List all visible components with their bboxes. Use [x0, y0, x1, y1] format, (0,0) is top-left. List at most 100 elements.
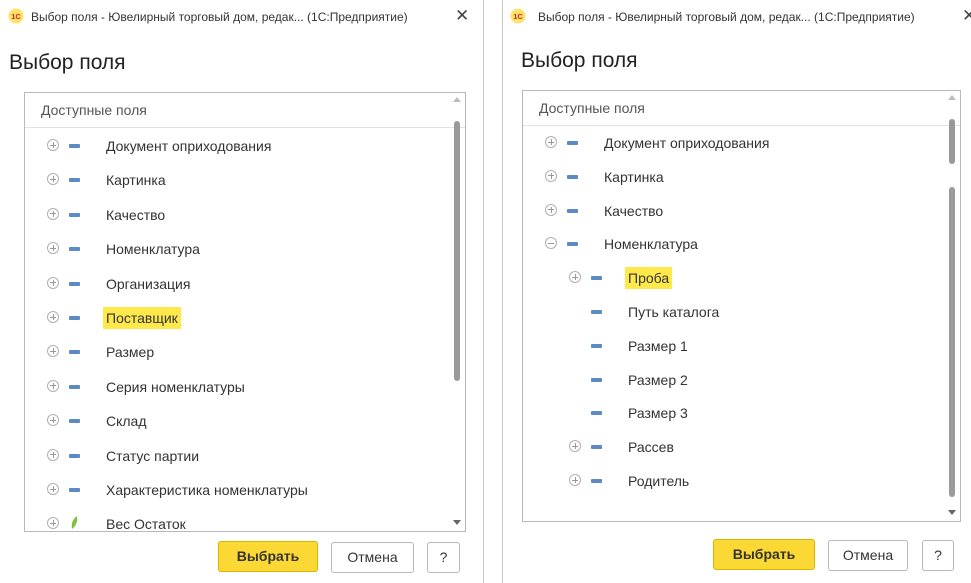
- expand-plus-icon[interactable]: [47, 311, 59, 323]
- tree-item-label[interactable]: Размер 3: [628, 405, 688, 421]
- expand-plus-icon[interactable]: [47, 276, 59, 289]
- tree-row[interactable]: Номенклатура: [25, 233, 449, 267]
- tree-row[interactable]: Размер 2: [523, 364, 944, 398]
- field-dash-icon: [567, 208, 578, 213]
- scroll-down-icon[interactable]: [453, 520, 461, 525]
- tree-row[interactable]: Номенклатура: [523, 228, 944, 262]
- help-button[interactable]: ?: [922, 540, 954, 571]
- field-selection-window-1: 1С Выбор поля - Ювелирный торговый дом, …: [0, 0, 484, 583]
- tree-row[interactable]: Документ оприходования: [523, 127, 944, 161]
- tree-item-label[interactable]: Характеристика номенклатуры: [106, 482, 308, 498]
- tree-item-label[interactable]: Размер: [106, 344, 154, 360]
- expand-plus-icon[interactable]: [569, 474, 581, 486]
- form-title: Выбор поля: [9, 51, 126, 74]
- tree-row[interactable]: Картинка: [523, 161, 944, 195]
- expand-plus-icon[interactable]: [545, 169, 557, 182]
- tree-row[interactable]: Качество: [523, 195, 944, 229]
- tree-row[interactable]: Поставщик: [25, 302, 449, 336]
- title-bar[interactable]: 1С Выбор поля - Ювелирный торговый дом, …: [502, 0, 971, 34]
- tree-item-label[interactable]: Вес Остаток: [106, 516, 186, 531]
- tree-item-label[interactable]: Проба: [625, 267, 673, 290]
- help-button[interactable]: ?: [427, 542, 460, 573]
- tree-item-label[interactable]: Родитель: [628, 473, 689, 489]
- tree-header-label: Доступные поля: [539, 100, 645, 116]
- tree-item-label[interactable]: Картинка: [106, 172, 166, 188]
- window-gap: [484, 0, 502, 583]
- field-dash-icon: [69, 488, 80, 492]
- tree-item-label[interactable]: Документ оприходования: [106, 138, 271, 154]
- select-button[interactable]: Выбрать: [218, 541, 318, 572]
- expand-plus-icon[interactable]: [47, 379, 59, 392]
- tree-item-label[interactable]: Картинка: [604, 169, 664, 185]
- expand-plus-icon[interactable]: [569, 440, 581, 453]
- tree-item-label[interactable]: Документ оприходования: [604, 135, 769, 151]
- expand-plus-icon[interactable]: [569, 271, 581, 284]
- select-button[interactable]: Выбрать: [713, 539, 815, 570]
- tree-item-label[interactable]: Статус партии: [106, 448, 199, 464]
- tree-row[interactable]: Размер 3: [523, 397, 944, 431]
- tree-item-label[interactable]: Рассев: [628, 439, 674, 455]
- tree-row[interactable]: Характеристика номенклатуры: [25, 474, 449, 508]
- tree-header: Доступные поля: [25, 93, 465, 128]
- field-dash-icon: [591, 276, 602, 281]
- field-dash-icon: [69, 316, 80, 320]
- expand-plus-icon[interactable]: [47, 345, 59, 358]
- expand-plus-icon[interactable]: [545, 136, 557, 148]
- field-dash-icon: [591, 479, 602, 483]
- expand-plus-icon[interactable]: [545, 203, 557, 216]
- cancel-button[interactable]: Отмена: [331, 542, 414, 573]
- tree-row[interactable]: Вес Остаток: [25, 508, 449, 531]
- tree-row[interactable]: Размер 1: [523, 330, 944, 364]
- tree-row[interactable]: Организация: [25, 268, 449, 302]
- tree-item-label[interactable]: Путь каталога: [628, 304, 719, 320]
- tree-row[interactable]: Путь каталога: [523, 296, 944, 330]
- cancel-button[interactable]: Отмена: [828, 540, 908, 571]
- available-fields-tree[interactable]: Доступные поля Документ оприходования Кар…: [522, 90, 961, 522]
- tree-row[interactable]: Проба: [523, 262, 944, 296]
- tree-item-label[interactable]: Организация: [106, 276, 190, 292]
- available-fields-tree[interactable]: Доступные поля Документ оприходования Кар…: [24, 92, 466, 532]
- tree-item-label[interactable]: Номенклатура: [106, 241, 200, 257]
- expand-plus-icon[interactable]: [47, 207, 59, 220]
- tree-row[interactable]: Родитель: [523, 465, 944, 499]
- tree-item-label[interactable]: Поставщик: [103, 307, 181, 329]
- tree-item-label[interactable]: Склад: [106, 413, 147, 429]
- scroll-thumb[interactable]: [949, 119, 955, 164]
- tree-item-label[interactable]: Номенклатура: [604, 236, 698, 252]
- close-icon[interactable]: ✕: [455, 7, 469, 25]
- expand-plus-icon[interactable]: [47, 173, 59, 186]
- expand-plus-icon[interactable]: [47, 414, 59, 427]
- title-bar[interactable]: 1С Выбор поля - Ювелирный торговый дом, …: [0, 0, 484, 34]
- tree-item-label[interactable]: Размер 1: [628, 338, 688, 354]
- expand-plus-icon[interactable]: [47, 242, 59, 255]
- expand-plus-icon[interactable]: [47, 139, 59, 151]
- close-icon[interactable]: ✕: [962, 7, 971, 25]
- tree-item-label[interactable]: Качество: [604, 203, 663, 219]
- tree-item-label[interactable]: Качество: [106, 207, 165, 223]
- tree-row[interactable]: Размер: [25, 336, 449, 370]
- vertical-scrollbar[interactable]: [944, 91, 960, 521]
- tree-row[interactable]: Рассев: [523, 431, 944, 465]
- tree-row[interactable]: Качество: [25, 199, 449, 233]
- form-title: Выбор поля: [521, 49, 638, 72]
- tree-item-label[interactable]: Размер 2: [628, 372, 688, 388]
- collapse-minus-icon[interactable]: [545, 237, 557, 250]
- field-dash-icon: [69, 281, 80, 286]
- scroll-up-icon[interactable]: [453, 97, 461, 102]
- scroll-up-icon[interactable]: [948, 95, 956, 100]
- tree-row[interactable]: Документ оприходования: [25, 130, 449, 164]
- vertical-scrollbar[interactable]: [449, 93, 465, 531]
- tree-row[interactable]: Картинка: [25, 164, 449, 198]
- scroll-down-icon[interactable]: [948, 510, 956, 515]
- expand-plus-icon[interactable]: [47, 448, 59, 461]
- expand-plus-icon[interactable]: [47, 517, 59, 530]
- tree-item-label[interactable]: Серия номенклатуры: [106, 379, 245, 395]
- tree-row[interactable]: Серия номенклатуры: [25, 371, 449, 405]
- expand-plus-icon[interactable]: [47, 483, 59, 495]
- tree-row[interactable]: Статус партии: [25, 440, 449, 474]
- scroll-track-fill[interactable]: [949, 187, 955, 497]
- tree-row[interactable]: Склад: [25, 405, 449, 439]
- field-dash-icon: [69, 178, 80, 183]
- scroll-thumb[interactable]: [454, 121, 460, 381]
- field-dash-icon: [69, 144, 80, 148]
